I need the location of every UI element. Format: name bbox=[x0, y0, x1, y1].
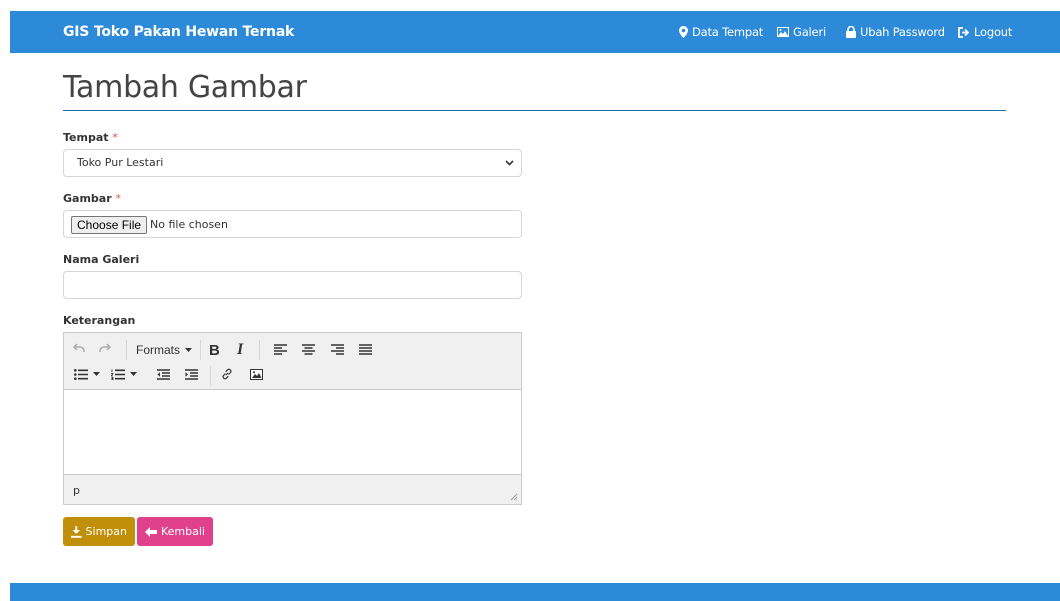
resize-grip-icon[interactable] bbox=[510, 493, 518, 501]
indent-icon bbox=[185, 369, 198, 380]
nav-item-galeri[interactable]: Galeri bbox=[777, 25, 826, 39]
toolbar-separator bbox=[126, 340, 127, 360]
map-marker-icon bbox=[679, 26, 688, 38]
keterangan-label: Keterangan bbox=[63, 314, 136, 327]
bold-button[interactable]: B bbox=[209, 342, 220, 359]
download-icon bbox=[71, 525, 82, 538]
title-divider bbox=[63, 110, 1006, 111]
nav-item-data-tempat[interactable]: Data Tempat bbox=[679, 25, 763, 39]
align-right-icon bbox=[331, 344, 344, 355]
bullet-list-icon bbox=[74, 369, 88, 380]
undo-icon bbox=[73, 343, 85, 352]
nav-item-label: Ubah Password bbox=[860, 25, 945, 39]
redo-button[interactable] bbox=[99, 343, 111, 353]
brand-title[interactable]: GIS Toko Pakan Hewan Ternak bbox=[63, 24, 294, 40]
nav-item-label: Logout bbox=[974, 25, 1013, 39]
gambar-label: Gambar * bbox=[63, 192, 121, 205]
align-left-button[interactable] bbox=[274, 344, 287, 355]
tempat-label-text: Tempat bbox=[63, 131, 109, 144]
gambar-file-input[interactable]: Choose File No file chosen bbox=[63, 210, 522, 238]
tempat-select-value: Toko Pur Lestari bbox=[77, 156, 164, 169]
image-button[interactable] bbox=[250, 369, 263, 380]
align-left-icon bbox=[274, 344, 287, 355]
nav-item-label: Galeri bbox=[793, 25, 826, 39]
redo-icon bbox=[99, 343, 111, 352]
keterangan-editor: Formats B I p bbox=[63, 332, 522, 505]
caret-down-icon bbox=[93, 372, 100, 376]
outdent-button[interactable] bbox=[157, 369, 170, 380]
save-button[interactable]: Simpan bbox=[63, 517, 135, 546]
picture-icon bbox=[777, 27, 789, 37]
formats-label: Formats bbox=[136, 343, 181, 357]
tempat-select[interactable]: Toko Pur Lestari bbox=[63, 149, 522, 177]
required-mark: * bbox=[112, 131, 118, 144]
toolbar-separator bbox=[259, 340, 260, 360]
element-path[interactable]: p bbox=[73, 484, 80, 497]
image-icon bbox=[250, 369, 263, 380]
numbered-list-button[interactable] bbox=[111, 369, 137, 380]
back-button-label: Kembali bbox=[161, 525, 205, 538]
undo-button[interactable] bbox=[73, 343, 85, 353]
top-navbar: GIS Toko Pakan Hewan Ternak Data Tempat … bbox=[10, 11, 1060, 53]
file-status-text: No file chosen bbox=[150, 218, 228, 231]
choose-file-button[interactable]: Choose File bbox=[71, 216, 148, 234]
toolbar-separator bbox=[200, 340, 201, 360]
save-button-label: Simpan bbox=[85, 525, 127, 538]
nama-galeri-label: Nama Galeri bbox=[63, 253, 140, 266]
footer-bar bbox=[10, 583, 1060, 601]
back-button[interactable]: Kembali bbox=[137, 517, 213, 546]
required-mark: * bbox=[115, 192, 121, 205]
nav-item-ubah-password[interactable]: Ubah Password bbox=[846, 25, 945, 39]
tempat-label: Tempat * bbox=[63, 131, 118, 144]
align-justify-icon bbox=[359, 344, 372, 355]
editor-content-area[interactable] bbox=[64, 390, 521, 474]
page-title: Tambah Gambar bbox=[63, 70, 307, 105]
caret-down-icon bbox=[185, 348, 193, 352]
align-justify-button[interactable] bbox=[359, 344, 372, 355]
bullet-list-button[interactable] bbox=[74, 369, 100, 380]
nav-item-label: Data Tempat bbox=[692, 25, 764, 39]
toolbar-separator bbox=[210, 366, 211, 386]
logout-icon bbox=[958, 26, 970, 38]
italic-button[interactable]: I bbox=[237, 341, 243, 359]
indent-button[interactable] bbox=[185, 369, 198, 380]
nav-item-logout[interactable]: Logout bbox=[958, 25, 1012, 39]
align-right-button[interactable] bbox=[331, 344, 344, 355]
gambar-label-text: Gambar bbox=[63, 192, 112, 205]
numbered-list-icon bbox=[111, 369, 125, 380]
outdent-icon bbox=[157, 369, 170, 380]
lock-icon bbox=[846, 26, 856, 38]
formats-dropdown[interactable]: Formats bbox=[136, 343, 193, 357]
editor-statusbar: p bbox=[64, 474, 521, 504]
caret-down-icon bbox=[130, 372, 137, 376]
arrow-left-icon bbox=[145, 526, 157, 537]
align-center-button[interactable] bbox=[302, 344, 315, 355]
nama-galeri-input[interactable] bbox=[63, 271, 522, 299]
editor-toolbar: Formats B I bbox=[64, 333, 521, 390]
link-icon bbox=[222, 368, 232, 380]
align-center-icon bbox=[302, 344, 315, 355]
link-button[interactable] bbox=[221, 368, 233, 380]
chevron-down-icon bbox=[505, 160, 514, 166]
